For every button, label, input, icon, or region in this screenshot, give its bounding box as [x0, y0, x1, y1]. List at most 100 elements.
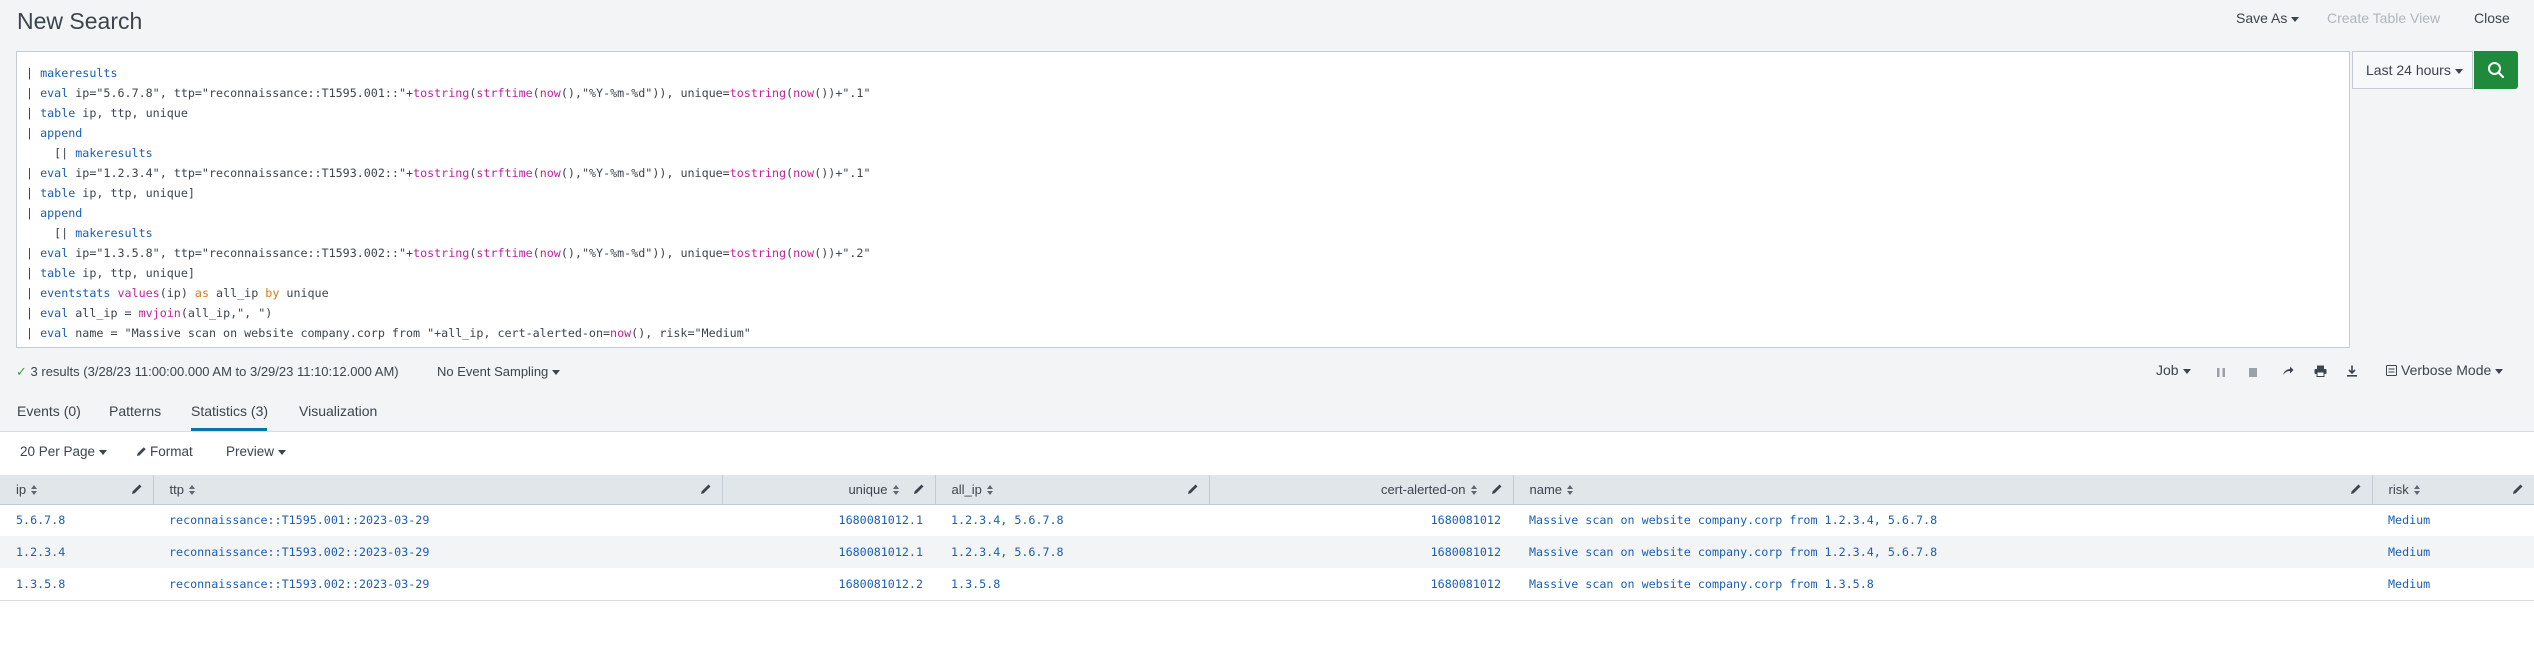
edit-column-icon[interactable] — [1491, 483, 1503, 495]
results-table: ip ttp unique all_ip cert-alerted-on name risk… — [0, 475, 2534, 601]
column-header-all_ip[interactable]: all_ip — [935, 475, 1210, 505]
cell-all_ip[interactable]: 1.2.3.4, 5.6.7.8 — [935, 536, 1209, 568]
query-token-str: (ip) — [159, 286, 195, 300]
query-token-str: ip="1.3.5.8", ttp="reconnaissance::T1593… — [68, 246, 414, 260]
sort-icon[interactable] — [188, 484, 195, 495]
query-line: [| makeresults — [26, 146, 153, 160]
cell-risk[interactable]: Medium — [2372, 536, 2534, 568]
tab-visualization[interactable]: Visualization — [299, 403, 377, 419]
preview-dropdown[interactable]: Preview — [226, 444, 287, 459]
pause-icon — [2217, 368, 2225, 377]
cell-unique[interactable]: 1680081012.1 — [722, 504, 935, 536]
save-as-button[interactable]: Save As — [2236, 10, 2300, 26]
search-mode-label: Verbose Mode — [2401, 362, 2492, 378]
search-query-text[interactable]: | makeresults | eval ip="5.6.7.8", ttp="… — [26, 63, 871, 343]
query-token-str: (all_ip,", ") — [180, 306, 273, 320]
edit-column-icon[interactable] — [700, 483, 712, 495]
format-button[interactable]: Format — [136, 444, 193, 459]
cell-ttp[interactable]: reconnaissance::T1593.002::2023-03-29 — [153, 568, 722, 601]
search-query-editor[interactable]: | makeresults | eval ip="5.6.7.8", ttp="… — [16, 51, 2350, 348]
column-header-name[interactable]: name — [1513, 475, 2373, 505]
table-row: 1.3.5.8 reconnaissance::T1593.002::2023-0… — [0, 568, 2534, 601]
column-header-cert-alerted-on[interactable]: cert-alerted-on — [1209, 475, 1514, 505]
query-line: | eventstats values(ip) as all_ip by uni… — [26, 286, 329, 300]
cell-name[interactable]: Massive scan on website company.corp fro… — [1513, 568, 2372, 601]
query-token-cmd: eventstats — [40, 286, 111, 300]
query-token-str: (),"%Y-%m-%d")), unique= — [560, 86, 730, 100]
tab-statistics[interactable]: Statistics (3) — [191, 403, 268, 419]
time-range-picker[interactable]: Last 24 hours — [2352, 51, 2473, 89]
cell-name[interactable]: Massive scan on website company.corp fro… — [1513, 504, 2372, 536]
query-token-pipe: | — [26, 306, 41, 320]
job-menu-button[interactable]: Job — [2156, 362, 2191, 378]
query-token-cmd: eval — [40, 306, 69, 320]
query-token-fn: tostring — [413, 86, 470, 100]
query-token-cmd: eval — [40, 326, 69, 340]
pencil-icon — [137, 447, 146, 456]
query-token-fn: now — [793, 86, 815, 100]
query-token-str: ip, ttp, unique] — [75, 186, 195, 200]
column-header-ttp[interactable]: ttp — [153, 475, 723, 505]
search-mode-dropdown[interactable]: Verbose Mode — [2386, 362, 2504, 378]
edit-column-icon[interactable] — [1187, 483, 1199, 495]
query-token-pipe: [| — [26, 226, 76, 240]
query-token-str: (),"%Y-%m-%d")), unique= — [560, 246, 730, 260]
query-token-str: ip="1.2.3.4", ttp="reconnaissance::T1593… — [68, 166, 414, 180]
cell-name[interactable]: Massive scan on website company.corp fro… — [1513, 536, 2372, 568]
cell-cert-alerted-on[interactable]: 1680081012 — [1209, 504, 1513, 536]
cell-ttp[interactable]: reconnaissance::T1593.002::2023-03-29 — [153, 536, 722, 568]
query-token-fn: now — [793, 166, 815, 180]
query-token-fn: tostring — [729, 166, 787, 180]
query-token-fn: now — [539, 86, 561, 100]
edit-column-icon[interactable] — [131, 483, 143, 495]
cell-ip[interactable]: 5.6.7.8 — [0, 504, 153, 536]
cell-cert-alerted-on[interactable]: 1680081012 — [1209, 568, 1513, 601]
query-token-fn: strftime — [476, 246, 533, 260]
sort-icon[interactable] — [2413, 484, 2420, 495]
pause-button[interactable] — [2216, 365, 2226, 381]
stop-button[interactable] — [2248, 365, 2258, 381]
table-row: 1.2.3.4 reconnaissance::T1593.002::2023-0… — [0, 536, 2534, 568]
event-sampling-dropdown[interactable]: No Event Sampling — [437, 364, 561, 379]
query-token-str: unique — [279, 286, 329, 300]
tab-events[interactable]: Events (0) — [17, 403, 81, 419]
per-page-dropdown[interactable]: 20 Per Page — [20, 444, 108, 459]
edit-column-icon[interactable] — [913, 483, 925, 495]
cell-risk[interactable]: Medium — [2372, 504, 2534, 536]
export-button[interactable] — [2346, 364, 2358, 380]
search-button[interactable] — [2474, 51, 2518, 89]
tab-patterns[interactable]: Patterns — [109, 403, 161, 419]
sort-icon[interactable] — [1470, 484, 1477, 495]
query-line: | makeresults — [26, 66, 117, 80]
column-header-risk[interactable]: risk — [2372, 475, 2534, 505]
create-table-view-button[interactable]: Create Table View — [2327, 10, 2440, 26]
sort-icon[interactable] — [892, 484, 899, 495]
edit-column-icon[interactable] — [2512, 483, 2524, 495]
cell-all_ip[interactable]: 1.3.5.8 — [935, 568, 1209, 601]
cell-ip[interactable]: 1.2.3.4 — [0, 536, 153, 568]
query-token-pipe: | — [26, 126, 41, 140]
close-button[interactable]: Close — [2474, 10, 2510, 26]
caret-down-icon — [552, 370, 561, 376]
cell-all_ip[interactable]: 1.2.3.4, 5.6.7.8 — [935, 504, 1209, 536]
cell-unique[interactable]: 1680081012.2 — [722, 568, 935, 601]
share-button[interactable] — [2282, 364, 2294, 380]
cell-risk[interactable]: Medium — [2372, 568, 2534, 601]
cell-unique[interactable]: 1680081012.1 — [722, 536, 935, 568]
query-token-str: ())+".1" — [814, 166, 871, 180]
print-button[interactable] — [2314, 364, 2327, 380]
sort-icon[interactable] — [1567, 484, 1574, 495]
cell-cert-alerted-on[interactable]: 1680081012 — [1209, 536, 1513, 568]
column-header-ip[interactable]: ip — [0, 475, 154, 505]
column-header-unique[interactable]: unique — [722, 475, 936, 505]
cell-ttp[interactable]: reconnaissance::T1595.001::2023-03-29 — [153, 504, 722, 536]
query-token-str: (),"%Y-%m-%d")), unique= — [560, 166, 730, 180]
query-token-cmd: table — [40, 266, 76, 280]
edit-column-icon[interactable] — [2350, 483, 2362, 495]
cell-ip[interactable]: 1.3.5.8 — [0, 568, 153, 601]
event-sampling-label: No Event Sampling — [437, 364, 549, 379]
job-label: Job — [2156, 362, 2179, 378]
sort-icon[interactable] — [986, 484, 993, 495]
sort-icon[interactable] — [31, 484, 38, 495]
table-header-row: ip ttp unique all_ip cert-alerted-on name risk — [0, 475, 2534, 505]
